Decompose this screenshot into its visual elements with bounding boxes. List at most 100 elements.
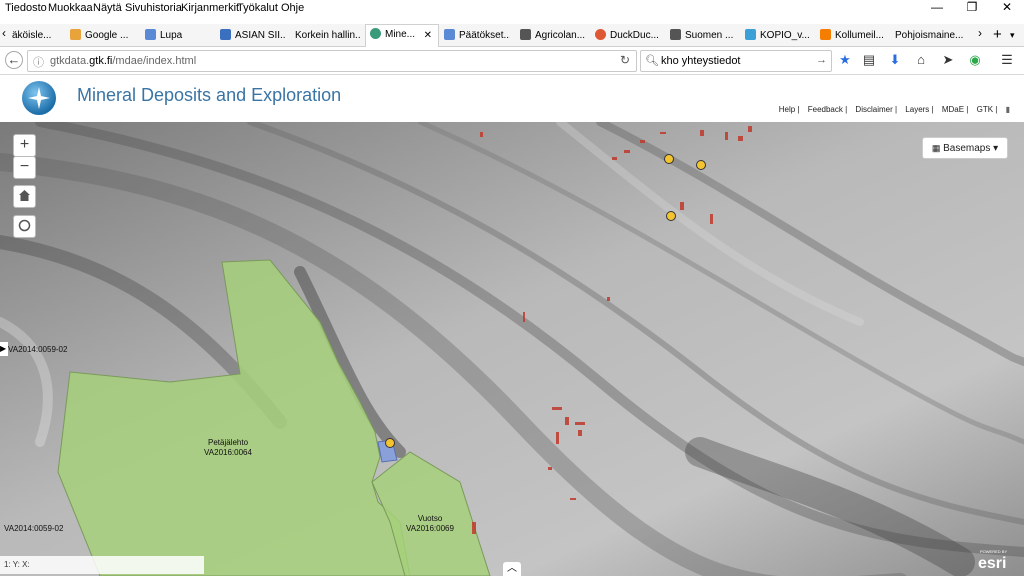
zoom-out-button[interactable]: − bbox=[13, 156, 36, 179]
map-view[interactable]: POWERED BY esri VA2014:0059-02 ▶ Petäjäl… bbox=[0, 122, 1024, 576]
menu-item-bookmarks[interactable]: Kirjanmerkit bbox=[181, 2, 239, 14]
search-go-icon[interactable]: → bbox=[816, 54, 827, 66]
tab-scroll-left[interactable]: ‹ bbox=[2, 26, 12, 46]
tab-label: Google ... bbox=[85, 30, 129, 41]
minimize-button[interactable]: — bbox=[920, 0, 954, 16]
menu-item-history[interactable]: Sivuhistoria bbox=[125, 2, 182, 14]
tab-5-active[interactable]: Mine... ✕ bbox=[365, 24, 439, 48]
reading-list-icon[interactable]: ▤ bbox=[860, 51, 878, 69]
home-extent-button[interactable] bbox=[13, 185, 36, 208]
basemaps-label: Basemaps ▾ bbox=[943, 143, 999, 154]
page-icon bbox=[145, 29, 156, 40]
tab-scroll-right[interactable]: › bbox=[978, 26, 988, 46]
app-header: Mineral Deposits and Exploration Help | … bbox=[0, 75, 1024, 123]
disclaimer-link[interactable]: Disclaimer | bbox=[855, 105, 897, 114]
mdae-link[interactable]: MDaE | bbox=[942, 105, 969, 114]
menu-item-edit[interactable]: Muokkaa bbox=[48, 2, 93, 14]
svg-text:POWERED BY: POWERED BY bbox=[980, 549, 1007, 554]
esri-logo: POWERED BY esri bbox=[978, 549, 1007, 572]
tab-label: Mine... bbox=[385, 29, 416, 40]
blogger-icon bbox=[820, 29, 831, 40]
page-icon bbox=[745, 29, 756, 40]
home-icon[interactable]: ⌂ bbox=[912, 51, 930, 69]
map-canvas[interactable]: POWERED BY esri bbox=[0, 122, 1024, 576]
locate-icon bbox=[18, 219, 31, 232]
tab-11[interactable]: Kollumeil... bbox=[820, 26, 886, 46]
basemaps-button[interactable]: ▦ Basemaps ▾ bbox=[922, 137, 1008, 159]
top-links: Help | Feedback | Disclaimer | Layers | … bbox=[773, 105, 1010, 114]
close-tab-icon[interactable]: ✕ bbox=[424, 30, 432, 41]
tab-label: Lupa bbox=[160, 30, 183, 41]
tab-label: Korkein hallin... bbox=[295, 30, 361, 41]
send-icon[interactable]: ➤ bbox=[939, 51, 957, 69]
map-label-vuotso: Vuotso VA2016:0069 bbox=[406, 514, 454, 533]
downloads-icon[interactable]: ⬇ bbox=[886, 51, 904, 69]
svg-text:esri: esri bbox=[978, 555, 1006, 572]
tab-label: Agricolan... bbox=[535, 30, 586, 41]
menu-bar: Tiedosto Muokkaa Näytä Sivuhistoria Kirj… bbox=[0, 0, 1024, 16]
map-label-va2014-top: VA2014:0059-02 bbox=[8, 345, 68, 354]
tab-label: äköisle... bbox=[12, 30, 52, 41]
tab-label: ASIAN SII... bbox=[235, 30, 286, 41]
tab-10[interactable]: KOPIO_v... bbox=[745, 26, 811, 46]
app-title: Mineral Deposits and Exploration bbox=[77, 85, 342, 105]
tab-label: Pohjoismaine... bbox=[895, 30, 964, 41]
new-tab-button[interactable]: + bbox=[993, 26, 1007, 46]
url-bar[interactable]: ⓘ gtkdata.gtk.fi/mdae/index.html ↻ bbox=[27, 50, 637, 72]
tab-8[interactable]: DuckDuc... bbox=[595, 26, 661, 46]
back-icon[interactable]: ← bbox=[5, 51, 23, 69]
menu-item-file[interactable]: Tiedosto bbox=[5, 2, 47, 14]
tab-1[interactable]: Google ... bbox=[70, 26, 138, 46]
feedback-link[interactable]: Feedback | bbox=[808, 105, 847, 114]
tab-label: DuckDuc... bbox=[610, 30, 659, 41]
tab-2[interactable]: Lupa bbox=[145, 26, 213, 46]
info-icon[interactable]: ⓘ bbox=[33, 54, 44, 70]
collapse-panel-button[interactable]: ︿ bbox=[503, 562, 521, 576]
maximize-button[interactable]: ❐ bbox=[955, 0, 989, 16]
page-icon bbox=[220, 29, 231, 40]
duckduckgo-icon bbox=[595, 29, 606, 40]
tab-4[interactable]: Korkein hallin... bbox=[295, 26, 361, 46]
tab-label: Suomen ... bbox=[685, 30, 734, 41]
menu-item-tools[interactable]: Työkalut bbox=[237, 2, 278, 14]
close-window-button[interactable]: ✕ bbox=[990, 0, 1024, 16]
zoom-in-button[interactable]: + bbox=[13, 134, 36, 157]
tab-label: Kollumeil... bbox=[835, 30, 884, 41]
hamburger-menu-icon[interactable]: ☰ bbox=[998, 51, 1016, 69]
bookmark-star-icon[interactable]: ★ bbox=[836, 51, 854, 69]
page-icon bbox=[520, 29, 531, 40]
tab-12[interactable]: Pohjoismaine... bbox=[895, 26, 967, 46]
tab-0[interactable]: äköisle... bbox=[12, 26, 62, 46]
layers-link[interactable]: Layers | bbox=[905, 105, 933, 114]
tab-7[interactable]: Agricolan... bbox=[520, 26, 586, 46]
google-icon bbox=[70, 29, 81, 40]
menu-item-view[interactable]: Näytä bbox=[93, 2, 122, 14]
gtk-link[interactable]: GTK | bbox=[977, 105, 998, 114]
menu-item-help[interactable]: Ohje bbox=[281, 2, 304, 14]
tab-9[interactable]: Suomen ... bbox=[670, 26, 736, 46]
page-icon bbox=[670, 29, 681, 40]
map-label-va2014-bottom: VA2014:0059-02 bbox=[4, 524, 64, 533]
page-icon bbox=[444, 29, 455, 40]
search-icon: 🔍︎ bbox=[645, 55, 659, 67]
map-label-petajalehto: Petäjälehto VA2016:0064 bbox=[204, 438, 252, 457]
gtk-logo[interactable] bbox=[22, 81, 56, 115]
coordinates-readout: 1: Y: X: bbox=[0, 556, 204, 574]
search-input[interactable]: 🔍︎ kho yhteystiedot → bbox=[640, 50, 832, 72]
grid-icon: ▦ bbox=[931, 143, 941, 153]
extension-icon[interactable]: ◉ bbox=[966, 51, 984, 69]
home-icon bbox=[19, 190, 30, 201]
left-panel-toggle-icon[interactable]: ▶ bbox=[0, 342, 8, 356]
tab-label: KOPIO_v... bbox=[760, 30, 810, 41]
globe-icon bbox=[370, 28, 381, 39]
scroll-indicator: ▮ bbox=[1005, 105, 1010, 114]
compass-icon bbox=[28, 87, 50, 109]
locate-button[interactable] bbox=[13, 215, 36, 238]
tab-label: Päätökset... bbox=[459, 30, 510, 41]
url-text: gtkdata.gtk.fi/mdae/index.html bbox=[50, 55, 197, 67]
help-link[interactable]: Help | bbox=[779, 105, 800, 114]
navigation-bar: ← ⓘ gtkdata.gtk.fi/mdae/index.html ↻ 🔍︎ … bbox=[0, 47, 1024, 75]
reload-icon[interactable]: ↻ bbox=[620, 53, 630, 67]
tab-3[interactable]: ASIAN SII... bbox=[220, 26, 286, 46]
tab-6[interactable]: Päätökset... bbox=[444, 26, 510, 46]
